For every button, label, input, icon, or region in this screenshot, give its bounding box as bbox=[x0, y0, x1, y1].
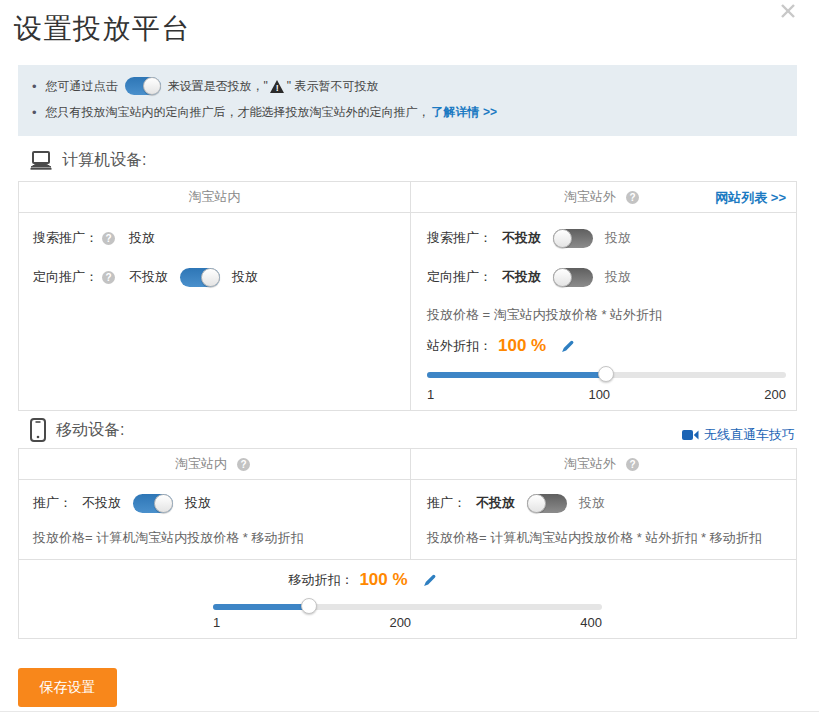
set-platform-dialog: 设置投放平台 • 您可通过点击 来设置是否投放，" ! " 表示暂不可投放 • … bbox=[0, 0, 819, 714]
help-icon[interactable]: ? bbox=[626, 458, 639, 471]
computer-icon bbox=[30, 151, 52, 170]
dialog-bottom-edge bbox=[0, 711, 819, 712]
help-icon[interactable]: ? bbox=[626, 191, 639, 204]
wireless-tips-link[interactable]: 无线直通车技巧 bbox=[682, 426, 795, 444]
notice-box: • 您可通过点击 来设置是否投放，" ! " 表示暂不可投放 • 您只有投放淘宝… bbox=[18, 65, 797, 136]
help-icon[interactable]: ? bbox=[102, 271, 115, 284]
outside-discount-slider: 1 100 200 bbox=[427, 372, 786, 402]
mobile-section-heading: 移动设备: bbox=[30, 418, 124, 442]
computer-outside-target-toggle[interactable] bbox=[553, 268, 593, 287]
outside-discount-value: 100 % bbox=[498, 336, 546, 356]
mobile-outside-toggle[interactable] bbox=[527, 494, 567, 513]
example-toggle bbox=[125, 77, 161, 95]
mobile-discount-row: 移动折扣： 100 % 1 200 400 bbox=[19, 559, 796, 638]
header-taobao-outside: 淘宝站外 ? bbox=[410, 449, 796, 479]
mobile-icon bbox=[30, 418, 46, 442]
mobile-inside-cell: 推广： 不投放 投放 投放价格= 计算机淘宝站内投放价格 * 移动折扣 bbox=[19, 480, 410, 559]
search-promo-row: 搜索推广： 不投放 投放 bbox=[427, 227, 786, 249]
close-icon[interactable] bbox=[779, 2, 797, 20]
help-icon[interactable]: ? bbox=[237, 458, 250, 471]
price-formula: 投放价格 = 淘宝站内投放价格 * 站外折扣 bbox=[427, 305, 786, 325]
computer-outside-cell: 搜索推广： 不投放 投放 定向推广： 不投放 投放 投放价格 = 淘宝站内投放价… bbox=[410, 213, 796, 410]
slider-track[interactable] bbox=[427, 372, 786, 378]
learn-more-link[interactable]: 了解详情 >> bbox=[432, 104, 497, 121]
computer-table: 淘宝站内 淘宝站外 ? 网站列表 >> 搜索推广： ? 投放 定向推广： ? bbox=[18, 181, 797, 411]
header-taobao-inside: 淘宝站内 ? bbox=[19, 449, 410, 479]
notice-line-2: • 您只有投放淘宝站内的定向推广后，才能选择投放淘宝站外的定向推广， 了解详情 … bbox=[32, 99, 783, 125]
page-title: 设置投放平台 bbox=[14, 10, 191, 48]
search-promo-row: 搜索推广： ? 投放 bbox=[33, 227, 394, 249]
slider-thumb[interactable] bbox=[598, 366, 614, 382]
outside-discount-row: 站外折扣： 100 % bbox=[427, 335, 786, 357]
promo-row: 推广： 不投放 投放 bbox=[427, 492, 786, 514]
price-formula: 投放价格= 计算机淘宝站内投放价格 * 站外折扣 * 移动折扣 bbox=[427, 528, 786, 548]
mobile-table: 淘宝站内 ? 淘宝站外 ? 推广： 不投放 投放 投放价格= 计算机淘宝站内投放… bbox=[18, 448, 797, 639]
computer-inside-target-toggle[interactable] bbox=[180, 268, 220, 287]
edit-icon[interactable] bbox=[422, 573, 437, 588]
mobile-outside-cell: 推广： 不投放 投放 投放价格= 计算机淘宝站内投放价格 * 站外折扣 * 移动… bbox=[410, 480, 796, 559]
promo-row: 推广： 不投放 投放 bbox=[33, 492, 394, 514]
header-taobao-inside: 淘宝站内 bbox=[19, 182, 410, 212]
target-promo-row: 定向推广： ? 不投放 投放 bbox=[33, 266, 394, 288]
mobile-discount-value: 100 % bbox=[359, 570, 407, 590]
video-icon bbox=[682, 429, 699, 441]
warning-icon: ! bbox=[270, 80, 285, 93]
save-settings-button[interactable]: 保存设置 bbox=[18, 668, 117, 707]
slider-thumb[interactable] bbox=[301, 598, 317, 614]
website-list-link[interactable]: 网站列表 >> bbox=[715, 189, 786, 207]
price-formula: 投放价格= 计算机淘宝站内投放价格 * 移动折扣 bbox=[33, 528, 394, 548]
target-promo-row: 定向推广： 不投放 投放 bbox=[427, 266, 786, 288]
mobile-inside-toggle[interactable] bbox=[133, 494, 173, 513]
help-icon[interactable]: ? bbox=[102, 232, 115, 245]
computer-section-heading: 计算机设备: bbox=[30, 150, 146, 171]
notice-line-1: • 您可通过点击 来设置是否投放，" ! " 表示暂不可投放 bbox=[32, 73, 783, 99]
computer-inside-cell: 搜索推广： ? 投放 定向推广： ? 不投放 投放 bbox=[19, 213, 410, 410]
computer-outside-search-toggle[interactable] bbox=[553, 229, 593, 248]
header-taobao-outside: 淘宝站外 ? 网站列表 >> bbox=[410, 182, 796, 212]
edit-icon[interactable] bbox=[560, 339, 575, 354]
mobile-discount-slider[interactable] bbox=[213, 604, 602, 610]
